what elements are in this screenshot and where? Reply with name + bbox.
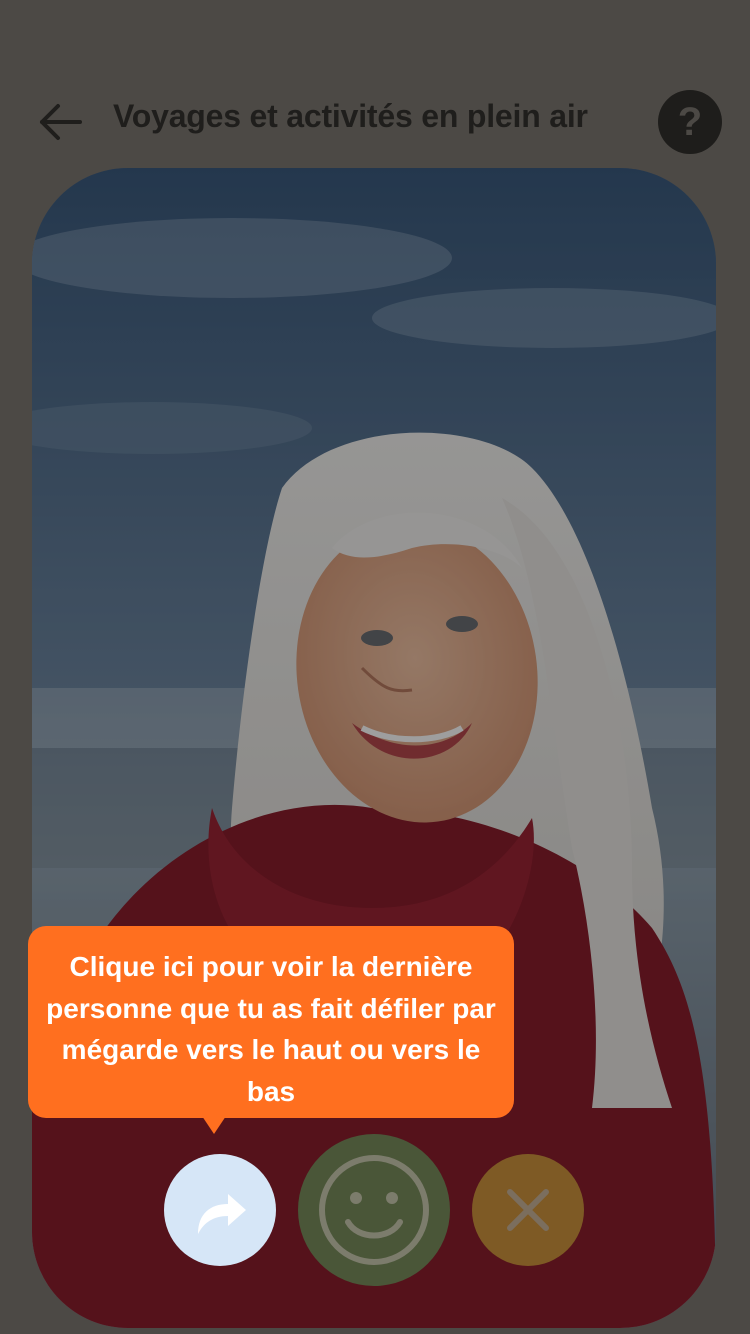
like-button[interactable]	[298, 1134, 450, 1286]
page-title: Voyages et activités en plein air	[113, 98, 588, 134]
tooltip: Clique ici pour voir la dernière personn…	[28, 926, 514, 1118]
rewind-button[interactable]	[164, 1154, 276, 1266]
arrow-left-icon	[40, 104, 82, 140]
close-icon	[507, 1189, 549, 1231]
help-button[interactable]: ?	[658, 90, 722, 154]
back-button[interactable]	[36, 100, 86, 144]
header: Voyages et activités en plein air ?	[0, 84, 750, 160]
rewind-arrow-icon	[198, 1194, 246, 1234]
screen: Voyages et activités en plein air ? Cliq…	[0, 0, 750, 1334]
nope-button[interactable]	[472, 1154, 584, 1266]
smiley-icon	[319, 1155, 429, 1265]
tooltip-arrow	[202, 1116, 226, 1134]
